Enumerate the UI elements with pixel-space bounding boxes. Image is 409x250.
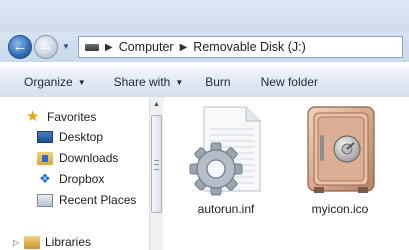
nav-item-label: Downloads bbox=[59, 151, 119, 165]
recent-pages-dropdown[interactable]: ▼ bbox=[62, 42, 72, 52]
file-list: autorun.inf myicon.ico bbox=[164, 97, 409, 250]
organize-button[interactable]: Organize ▼ bbox=[20, 72, 90, 92]
nav-item-recent-places[interactable]: Recent Places bbox=[37, 193, 136, 207]
command-bar: Organize ▼ Share with ▼ Burn New folder bbox=[0, 66, 409, 98]
scrollbar-thumb[interactable] bbox=[151, 115, 162, 213]
share-with-label: Share with bbox=[113, 75, 171, 89]
expand-arrow-icon[interactable]: ▷ bbox=[13, 238, 23, 247]
grip-icon bbox=[154, 160, 159, 170]
drive-icon bbox=[85, 43, 99, 51]
new-folder-label: New folder bbox=[260, 75, 318, 89]
chevron-down-icon: ▼ bbox=[175, 78, 184, 87]
nav-pane-scrollbar[interactable]: ▲ bbox=[149, 97, 163, 250]
address-bar[interactable]: ▶ Computer ▶ Removable Disk (J:) bbox=[78, 36, 403, 58]
breadcrumb-computer[interactable]: Computer bbox=[119, 40, 174, 54]
libraries-label: Libraries bbox=[45, 235, 92, 249]
forward-arrow-icon: → bbox=[38, 38, 54, 55]
nav-item-desktop[interactable]: Desktop bbox=[37, 130, 103, 144]
burn-label: Burn bbox=[205, 75, 231, 89]
new-folder-button[interactable]: New folder bbox=[257, 72, 322, 92]
address-toolbar: ← → ▼ ▶ Computer ▶ Removable Disk (J:) bbox=[0, 32, 409, 62]
back-arrow-icon: ← bbox=[12, 38, 28, 55]
back-button[interactable]: ← bbox=[8, 35, 32, 59]
desktop-icon bbox=[37, 131, 53, 143]
dropbox-icon: ❖ bbox=[39, 171, 51, 186]
nav-item-label: Recent Places bbox=[59, 193, 137, 207]
file-item-autorun[interactable]: autorun.inf bbox=[176, 103, 276, 216]
navigation-pane: ★ Favorites Desktop Downloads ❖ Dropbox … bbox=[0, 97, 149, 250]
recent-places-icon bbox=[37, 193, 53, 207]
burn-button[interactable]: Burn bbox=[201, 72, 234, 92]
file-name: myicon.ico bbox=[311, 202, 369, 216]
file-item-myicon[interactable]: myicon.ico bbox=[290, 103, 390, 216]
nav-libraries[interactable]: ▷ Libraries bbox=[13, 235, 91, 249]
scroll-up-arrow-icon[interactable]: ▲ bbox=[150, 97, 163, 113]
chevron-down-icon: ▼ bbox=[77, 78, 86, 87]
forward-button[interactable]: → bbox=[34, 35, 58, 59]
chevron-right-icon[interactable]: ▶ bbox=[180, 42, 188, 53]
star-icon: ★ bbox=[26, 108, 40, 125]
breadcrumb-removable-disk[interactable]: Removable Disk (J:) bbox=[193, 40, 306, 54]
favorites-label: Favorites bbox=[47, 109, 97, 124]
settings-file-icon bbox=[189, 106, 261, 196]
nav-favorites[interactable]: ★ Favorites bbox=[26, 109, 96, 124]
nav-item-downloads[interactable]: Downloads bbox=[37, 151, 118, 165]
libraries-icon bbox=[24, 235, 40, 249]
safe-icon bbox=[307, 106, 375, 193]
chevron-right-icon[interactable]: ▶ bbox=[105, 42, 113, 53]
organize-label: Organize bbox=[24, 75, 73, 89]
share-with-button[interactable]: Share with ▼ bbox=[110, 72, 188, 92]
nav-item-label: Desktop bbox=[59, 130, 104, 144]
downloads-folder-icon bbox=[37, 151, 53, 165]
file-name: autorun.inf bbox=[197, 202, 255, 216]
nav-item-dropbox[interactable]: ❖ Dropbox bbox=[37, 171, 105, 187]
nav-item-label: Dropbox bbox=[59, 172, 105, 186]
title-strip bbox=[0, 0, 409, 32]
